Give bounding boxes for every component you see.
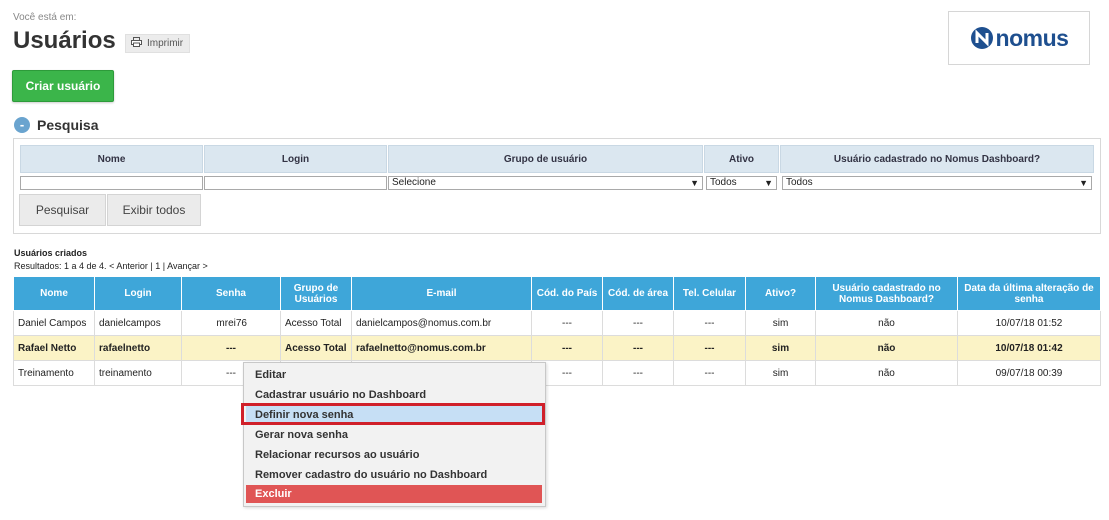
cell-email: danielcampos@nomus.com.br <box>351 310 532 336</box>
search-header-login: Login <box>204 145 387 173</box>
print-button[interactable]: Imprimir <box>125 34 191 53</box>
cell-country-code: --- <box>531 310 603 336</box>
dashboard-select-value: Todos <box>786 177 813 188</box>
cell-active: sim <box>745 360 816 386</box>
column-header[interactable]: Senha <box>181 276 281 311</box>
cell-name: Daniel Campos <box>13 310 95 336</box>
name-search-input[interactable] <box>20 176 203 190</box>
cell-login: rafaelnetto <box>94 335 182 361</box>
table-row[interactable]: Daniel Campos danielcampos mrei76 Acesso… <box>13 310 1101 336</box>
menu-item-remove-dashboard[interactable]: Remover cadastro do usuário no Dashboard <box>246 466 542 484</box>
nomus-logo: nomus <box>948 11 1090 65</box>
cell-email: rafaelnetto@nomus.com.br <box>351 335 532 361</box>
cell-password: mrei76 <box>181 310 281 336</box>
login-search-input[interactable] <box>204 176 387 190</box>
menu-item-register-dashboard[interactable]: Cadastrar usuário no Dashboard <box>246 386 542 404</box>
menu-item-edit[interactable]: Editar <box>246 366 542 384</box>
column-header[interactable]: Cód. de área <box>602 276 674 311</box>
column-header[interactable]: Cód. do País <box>531 276 603 311</box>
dropdown-arrow-icon: ▼ <box>1079 178 1088 188</box>
search-section-title: Pesquisa <box>37 117 99 133</box>
cell-mobile: --- <box>673 310 746 336</box>
group-select[interactable]: Selecione ▼ <box>388 176 703 190</box>
page-number-link[interactable]: 1 <box>155 261 160 271</box>
cell-name: Rafael Netto <box>13 335 95 361</box>
cell-area-code: --- <box>602 360 674 386</box>
cell-country-code: --- <box>531 335 603 361</box>
cell-area-code: --- <box>602 310 674 336</box>
pagination-separator: | <box>162 261 166 271</box>
menu-item-generate-password[interactable]: Gerar nova senha <box>246 426 542 444</box>
dashboard-select[interactable]: Todos ▼ <box>782 176 1092 190</box>
table-row-selected[interactable]: Rafael Netto rafaelnetto --- Acesso Tota… <box>13 335 1101 361</box>
menu-item-relate-resources[interactable]: Relacionar recursos ao usuário <box>246 446 542 464</box>
search-button[interactable]: Pesquisar <box>19 194 106 226</box>
search-header-dashboard: Usuário cadastrado no Nomus Dashboard? <box>780 145 1094 173</box>
cell-group: Acesso Total <box>280 310 352 336</box>
table-header-row: Nome Login Senha Grupo de Usuários E-mai… <box>13 276 1101 311</box>
results-title: Usuários criados <box>14 248 88 258</box>
active-select-value: Todos <box>710 177 737 188</box>
collapse-search-icon[interactable]: - <box>14 117 30 133</box>
dropdown-arrow-icon: ▼ <box>690 178 699 188</box>
search-header-group: Grupo de usuário <box>388 145 703 173</box>
cell-password-date: 09/07/18 00:39 <box>957 360 1101 386</box>
table-row[interactable]: Treinamento treinamento --- --- --- --- … <box>13 360 1101 386</box>
cell-login: danielcampos <box>94 310 182 336</box>
cell-name: Treinamento <box>13 360 95 386</box>
active-select[interactable]: Todos ▼ <box>706 176 777 190</box>
cell-dashboard: não <box>815 360 958 386</box>
column-header[interactable]: Ativo? <box>745 276 816 311</box>
cell-area-code: --- <box>602 335 674 361</box>
cell-password: --- <box>181 335 281 361</box>
cell-dashboard: não <box>815 310 958 336</box>
print-label: Imprimir <box>147 38 184 49</box>
column-header[interactable]: Grupo de Usuários <box>280 276 352 311</box>
cell-login: treinamento <box>94 360 182 386</box>
cell-mobile: --- <box>673 360 746 386</box>
column-header[interactable]: Login <box>94 276 182 311</box>
printer-icon <box>131 37 142 50</box>
column-header[interactable]: Usuário cadastrado no Nomus Dashboard? <box>815 276 958 311</box>
cell-active: sim <box>745 335 816 361</box>
page-title: Usuários <box>13 27 116 54</box>
search-header-active: Ativo <box>704 145 779 173</box>
column-header[interactable]: Nome <box>13 276 95 311</box>
breadcrumb-label: Você está em: <box>13 12 77 23</box>
cell-active: sim <box>745 310 816 336</box>
search-panel: Nome Login Grupo de usuário Ativo Usuári… <box>13 138 1101 234</box>
column-header[interactable]: Tel. Celular <box>673 276 746 311</box>
column-header[interactable]: Data da última alteração de senha <box>957 276 1101 311</box>
create-user-button[interactable]: Criar usuário <box>12 70 114 102</box>
cell-password-date: 10/07/18 01:52 <box>957 310 1101 336</box>
results-summary: Resultados: 1 a 4 de 4. <box>14 261 107 271</box>
show-all-button[interactable]: Exibir todos <box>107 194 201 226</box>
cell-group: Acesso Total <box>280 335 352 361</box>
cell-mobile: --- <box>673 335 746 361</box>
prev-page-link[interactable]: < Anterior <box>109 261 148 271</box>
column-header[interactable]: E-mail <box>351 276 532 311</box>
context-menu: Editar Cadastrar usuário no Dashboard De… <box>243 362 546 507</box>
users-table: Nome Login Senha Grupo de Usuários E-mai… <box>13 276 1101 386</box>
pagination-separator: | <box>150 261 153 271</box>
dropdown-arrow-icon: ▼ <box>764 178 773 188</box>
next-page-link[interactable]: Avançar > <box>167 261 208 271</box>
cell-dashboard: não <box>815 335 958 361</box>
pagination: Resultados: 1 a 4 de 4. < Anterior | 1 |… <box>14 261 208 271</box>
group-select-value: Selecione <box>392 177 436 188</box>
search-header-name: Nome <box>20 145 203 173</box>
logo-text: nomus <box>995 24 1069 51</box>
menu-item-set-new-password[interactable]: Definir nova senha <box>246 406 542 424</box>
menu-item-delete[interactable]: Excluir <box>246 485 542 503</box>
nomus-logo-mark-icon <box>970 27 993 49</box>
cell-password-date: 10/07/18 01:42 <box>957 335 1101 361</box>
